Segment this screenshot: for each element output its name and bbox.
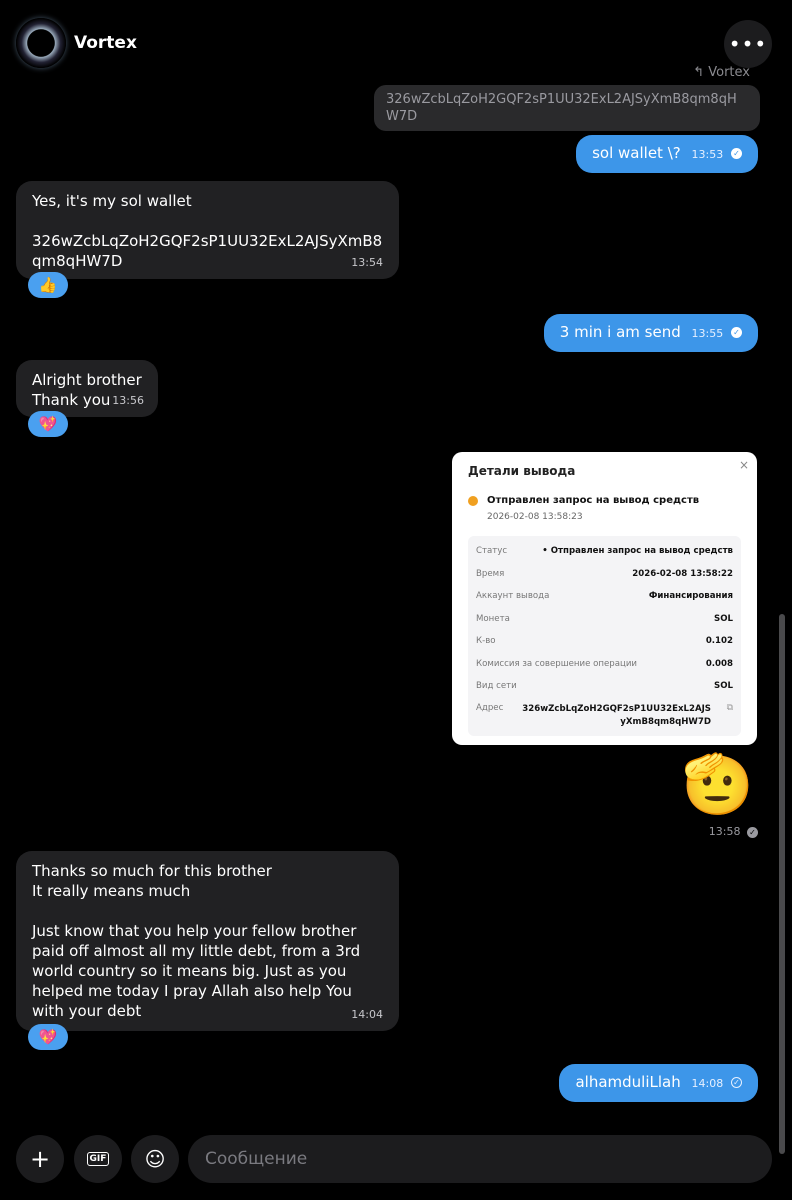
message-outgoing[interactable]: 3 min i am send 13:55 ✓ — [543, 314, 758, 352]
message-time: 14:08 — [691, 1077, 724, 1090]
message-text: 3 min i am send — [559, 323, 681, 341]
message-time: 14:04 — [351, 1008, 383, 1021]
sticker-emoji[interactable]: 🫡 — [682, 752, 754, 816]
row-key: Комиссия за совершение операции — [476, 659, 637, 669]
row-key: Вид сети — [476, 681, 517, 691]
gif-button[interactable]: GIF — [74, 1135, 122, 1183]
row-key: Статус — [476, 546, 508, 556]
message-time-row: 13:58 ✓ — [709, 825, 758, 838]
message-outgoing[interactable]: alhamduliLlah 14:08 ✓ — [559, 1064, 758, 1102]
chat-avatar[interactable] — [16, 18, 66, 68]
withdrawal-details-image[interactable]: Детали вывода × Отправлен запрос на выво… — [452, 452, 757, 745]
sent-check-icon: ✓ — [731, 1077, 742, 1088]
row-key: Адрес — [476, 703, 504, 713]
row-value: 326wZcbLqZoH2GQF2sP1UU32ExL2AJS yXmB8qm8… — [522, 704, 711, 727]
message-time: 13:55 — [691, 327, 724, 340]
heart-icon: 💖 — [38, 1028, 58, 1046]
reaction-badge[interactable]: 👍 — [28, 272, 68, 298]
row-value: 0.008 — [705, 659, 733, 669]
reply-quote[interactable]: 326wZcbLqZoH2GQF2sP1UU32ExL2AJSyXmB8qm8q… — [374, 85, 760, 131]
row-key: Время — [476, 569, 505, 579]
attach-button[interactable]: + — [16, 1135, 64, 1183]
details-table: Статус • Отправлен запрос на вывод средст… — [468, 536, 741, 736]
reaction-badge[interactable]: 💖 — [28, 1024, 68, 1050]
message-text: Yes, it's my sol wallet 326wZcbLqZoH2GQF… — [32, 192, 383, 270]
thumbs-up-icon: 👍 — [38, 276, 58, 294]
row-value: 0.102 — [705, 636, 733, 646]
row-key: Аккаунт вывода — [476, 591, 550, 601]
sticker-smile-icon: ☺ — [144, 1147, 166, 1171]
reply-author: ↰ Vortex — [693, 65, 750, 80]
message-incoming[interactable]: Alright brother Thank you 13:56 — [16, 360, 158, 417]
heart-icon: 💖 — [38, 415, 58, 433]
copy-icon[interactable]: ⧉ — [727, 703, 733, 713]
row-value: SOL — [714, 614, 733, 624]
row-key: Монета — [476, 614, 510, 624]
message-text: sol wallet \? — [592, 144, 681, 162]
message-time: 13:54 — [351, 256, 383, 269]
more-options-button[interactable]: ••• — [724, 20, 772, 68]
read-check-icon: ✓ — [747, 826, 758, 838]
message-input-placeholder: Сообщение — [205, 1149, 308, 1169]
read-check-icon: ✓ — [731, 327, 742, 338]
more-horizontal-icon: ••• — [728, 32, 768, 56]
message-incoming[interactable]: Yes, it's my sol wallet 326wZcbLqZoH2GQF… — [16, 181, 399, 279]
row-value: SOL — [714, 681, 733, 691]
row-key: К-во — [476, 636, 496, 646]
message-time: 13:53 — [691, 148, 724, 161]
status-time: 2026-02-08 13:58:23 — [487, 512, 583, 522]
read-check-icon: ✓ — [731, 148, 742, 159]
message-incoming[interactable]: Thanks so much for this brother It reall… — [16, 851, 399, 1031]
sticker-button[interactable]: ☺ — [131, 1135, 179, 1183]
scrollbar[interactable] — [779, 614, 785, 1154]
plus-icon: + — [29, 1145, 51, 1173]
row-value: 2026-02-08 13:58:22 — [632, 569, 733, 579]
row-value: • Отправлен запрос на вывод средств — [542, 546, 733, 556]
close-icon: × — [738, 458, 749, 472]
row-value: Финансирования — [648, 591, 733, 601]
chat-title[interactable]: Vortex — [74, 33, 137, 53]
status-title: Отправлен запрос на вывод средств — [487, 495, 700, 506]
message-text: Thanks so much for this brother It reall… — [32, 862, 361, 1020]
reaction-badge[interactable]: 💖 — [28, 411, 68, 437]
message-input[interactable]: Сообщение — [188, 1135, 772, 1183]
message-outgoing[interactable]: sol wallet \? 13:53 ✓ — [576, 135, 758, 173]
message-text: alhamduliLlah — [575, 1073, 681, 1091]
status-dot-icon — [468, 496, 478, 506]
gif-icon: GIF — [86, 1152, 110, 1166]
message-time: 13:56 — [112, 394, 144, 407]
message-time: 13:58 — [708, 825, 741, 838]
card-title: Детали вывода — [468, 464, 576, 478]
